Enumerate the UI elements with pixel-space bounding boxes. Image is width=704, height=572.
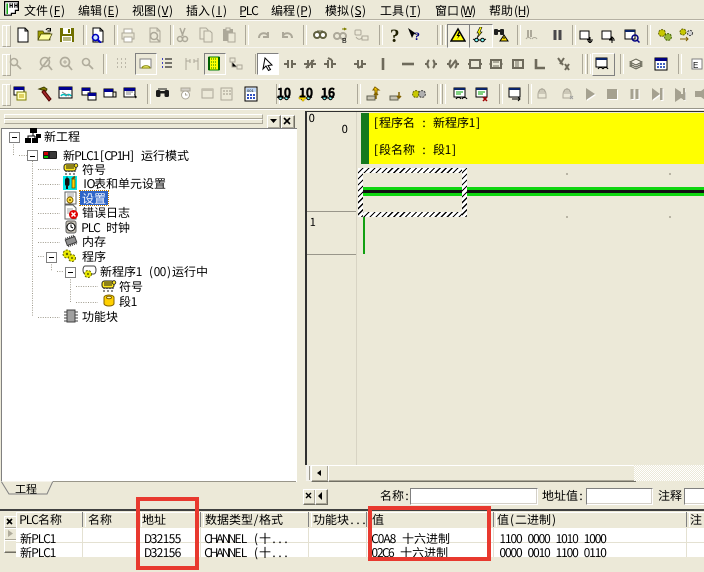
svg-text:?: ?: [390, 27, 400, 43]
svg-text:?: ?: [414, 29, 420, 43]
svg-text:001: 001: [247, 88, 254, 93]
svg-text:E: E: [693, 61, 698, 70]
svg-text:B: B: [342, 38, 347, 43]
